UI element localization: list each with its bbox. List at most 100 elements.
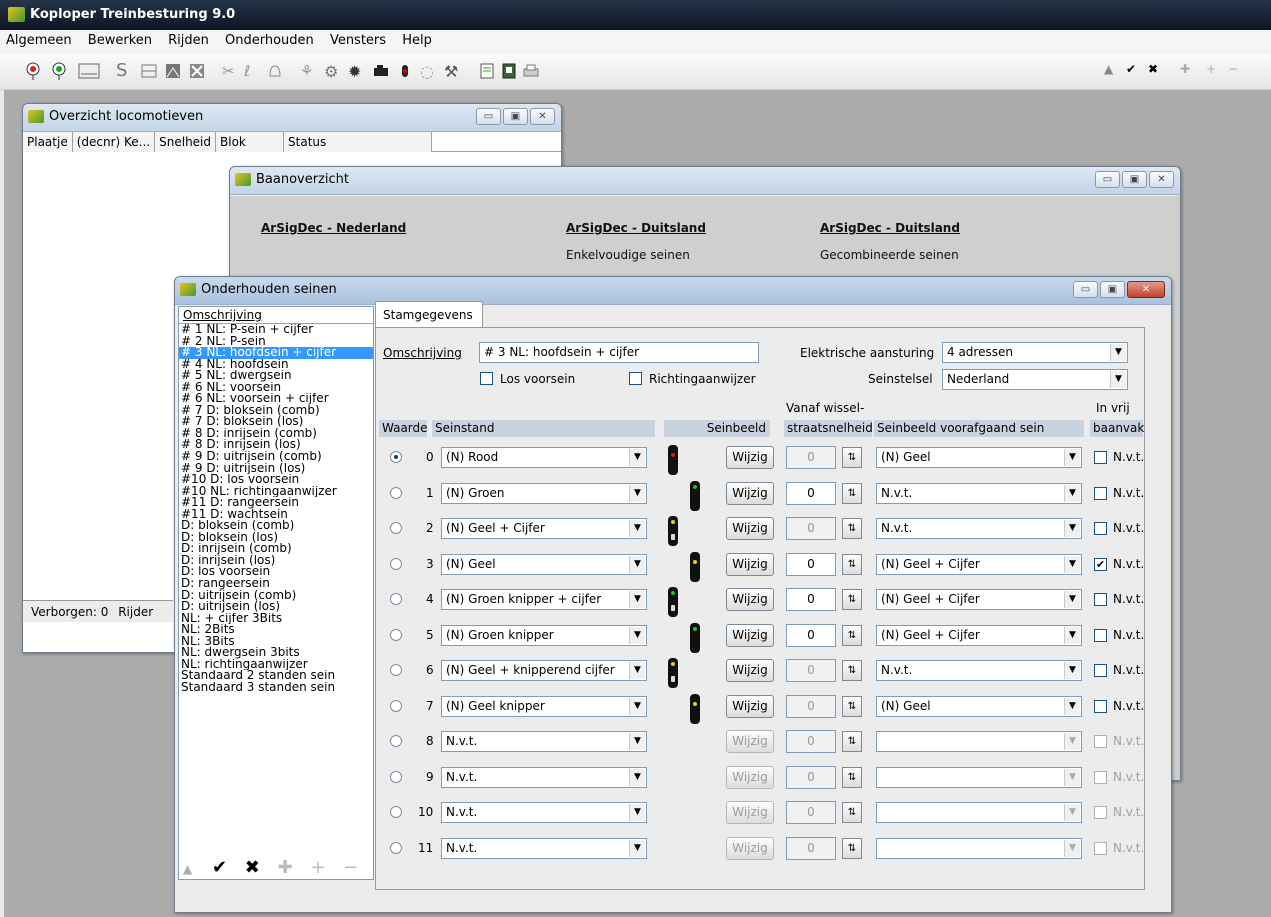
signal-green-icon[interactable] (50, 62, 68, 80)
list-item[interactable]: D: bloksein (los) (179, 532, 373, 544)
row-vrij-checkbox[interactable] (1094, 664, 1107, 677)
plus-button[interactable]: + (310, 857, 325, 878)
grid-icon[interactable] (140, 62, 158, 80)
row-vrij-checkbox[interactable] (1094, 522, 1107, 535)
row-vrij-checkbox[interactable] (1094, 628, 1107, 642)
toolbar-add-button[interactable]: ✚ (1180, 62, 1198, 80)
column-snelheid[interactable]: Snelheid (155, 132, 217, 152)
row-radio[interactable] (390, 628, 402, 641)
menu-vensters[interactable]: Vensters (324, 30, 392, 52)
list-item[interactable]: # 8 D: inrijsein (los) (179, 439, 373, 451)
row-radio[interactable] (390, 699, 402, 712)
list-item[interactable]: D: uitrijsein (comb) (179, 590, 373, 602)
row-seinstand-select[interactable]: N.v.t. ▼ (441, 837, 647, 859)
maximize-button[interactable]: ▣ (1100, 281, 1125, 298)
link-duitsland-enkel[interactable]: ArSigDec - Duitsland (566, 221, 706, 235)
wijzig-button[interactable]: Wijzig (726, 446, 774, 469)
list-item[interactable]: #11 D: wachtsein (179, 509, 373, 521)
menu-bewerken[interactable]: Bewerken (82, 30, 158, 52)
spin-arrows-icon[interactable]: ⇅ (842, 837, 862, 859)
clock-icon[interactable]: ◌ (420, 62, 438, 81)
row-speed-input[interactable]: 0 (786, 588, 836, 611)
row-seinstand-select[interactable]: (N) Geel + Cijfer ▼ (441, 518, 647, 539)
gear-icon[interactable]: ⚙ (324, 62, 342, 81)
image-icon[interactable] (164, 62, 182, 80)
row-voorafgaand-select[interactable]: ▼ (876, 837, 1082, 859)
row-speed-input[interactable]: 0 (786, 446, 836, 469)
list-item[interactable]: NL: richtingaanwijzer (179, 659, 373, 671)
row-seinstand-select[interactable]: N.v.t. ▼ (441, 802, 647, 823)
row-voorafgaand-select[interactable]: N.v.t. ▼ (876, 482, 1082, 504)
row-seinstand-select[interactable]: (N) Geel + knipperend cijfer ▼ (441, 660, 647, 681)
row-voorafgaand-select[interactable]: (N) Geel ▼ (876, 695, 1082, 717)
row-speed-input[interactable]: 0 (786, 552, 836, 576)
stop-icon[interactable] (396, 62, 414, 80)
list-item[interactable]: # 3 NL: hoofdsein + cijfer (179, 347, 373, 359)
row-voorafgaand-select[interactable]: ▼ (876, 802, 1082, 823)
cancel-button[interactable]: ✖ (245, 857, 260, 878)
row-voorafgaand-select[interactable]: (N) Geel + Cijfer ▼ (876, 589, 1082, 610)
list-item[interactable]: # 6 NL: voorsein + cijfer (179, 393, 373, 405)
list-item[interactable]: NL: 2Bits (179, 624, 373, 636)
row-vrij-checkbox[interactable] (1094, 593, 1107, 606)
row-radio[interactable] (390, 522, 402, 534)
list-item[interactable]: D: uitrijsein (los) (179, 601, 373, 613)
spin-arrows-icon[interactable]: ⇅ (842, 447, 862, 468)
list-item[interactable]: # 5 NL: dwergsein (179, 370, 373, 382)
list-item[interactable]: NL: dwergsein 3bits (179, 647, 373, 659)
row-radio[interactable] (390, 664, 402, 676)
list-item[interactable]: # 7 D: bloksein (los) (179, 416, 373, 428)
spin-arrows-icon[interactable]: ⇅ (842, 553, 862, 575)
s-icon[interactable]: S (116, 62, 134, 80)
column-blok[interactable]: Blok (216, 132, 285, 152)
row-radio[interactable] (390, 735, 402, 747)
wijzig-button[interactable]: Wijzig (726, 765, 774, 789)
row-speed-input[interactable]: 0 (786, 694, 836, 718)
close-button[interactable]: ✕ (530, 108, 555, 125)
link-nederland[interactable]: ArSigDec - Nederland (261, 221, 406, 235)
list-item[interactable]: D: inrijsein (los) (179, 555, 373, 567)
wijzig-button[interactable]: Wijzig (726, 481, 774, 505)
row-voorafgaand-select[interactable]: (N) Geel ▼ (876, 447, 1082, 468)
wijzig-button[interactable]: Wijzig (726, 836, 774, 860)
list-item[interactable]: # 9 D: uitrijsein (comb) (179, 451, 373, 463)
row-speed-input[interactable]: 0 (786, 801, 836, 824)
list-item[interactable]: # 9 D: uitrijsein (los) (179, 463, 373, 475)
toolbar-plus-button[interactable]: + (1206, 62, 1224, 80)
row-radio[interactable] (390, 557, 402, 570)
spin-arrows-icon[interactable]: ⇅ (842, 589, 862, 610)
list-item[interactable]: #11 D: rangeersein (179, 497, 373, 509)
minimize-button[interactable]: ▭ (1095, 171, 1120, 188)
row-seinstand-select[interactable]: (N) Groen ▼ (441, 482, 647, 504)
row-seinstand-select[interactable]: (N) Groen knipper + cijfer ▼ (441, 589, 647, 610)
row-seinstand-select[interactable]: (N) Geel ▼ (441, 553, 647, 575)
signal-red-icon[interactable] (24, 62, 42, 80)
list-item[interactable]: NL: + cijfer 3Bits (179, 613, 373, 625)
toolbar-up-button[interactable]: ▲ (1104, 62, 1122, 80)
bell-icon[interactable] (266, 62, 284, 80)
elektrische-select[interactable]: 4 adressen ▼ (942, 342, 1128, 363)
row-seinstand-select[interactable]: (N) Rood ▼ (441, 447, 647, 468)
list-item[interactable]: # 1 NL: P-sein + cijfer (179, 324, 373, 336)
burst-icon[interactable]: ✹ (348, 62, 366, 81)
column-plaatje[interactable]: Plaatje (23, 132, 73, 152)
seinstelsel-select[interactable]: Nederland ▼ (942, 369, 1128, 390)
wijzig-button[interactable]: Wijzig (726, 588, 774, 611)
wijzig-button[interactable]: Wijzig (726, 659, 774, 682)
list-item[interactable]: # 2 NL: P-sein (179, 336, 373, 348)
minimize-button[interactable]: ▭ (476, 108, 501, 125)
list-item[interactable]: #10 D: los voorsein (179, 474, 373, 486)
wijzig-button[interactable]: Wijzig (726, 694, 774, 718)
row-vrij-checkbox[interactable] (1094, 486, 1107, 500)
row-speed-input[interactable]: 0 (786, 481, 836, 505)
spin-arrows-icon[interactable]: ⇅ (842, 624, 862, 646)
row-vrij-checkbox[interactable] (1094, 451, 1107, 464)
cross-icon[interactable] (188, 62, 206, 80)
row-radio[interactable] (390, 770, 402, 783)
row-radio[interactable] (390, 486, 402, 499)
menu-algemeen[interactable]: Algemeen (0, 30, 78, 52)
report-icon[interactable] (500, 62, 518, 80)
row-radio[interactable] (390, 806, 402, 818)
row-seinstand-select[interactable]: (N) Geel knipper ▼ (441, 695, 647, 717)
tab-stamgegevens[interactable]: Stamgegevens (375, 301, 483, 327)
